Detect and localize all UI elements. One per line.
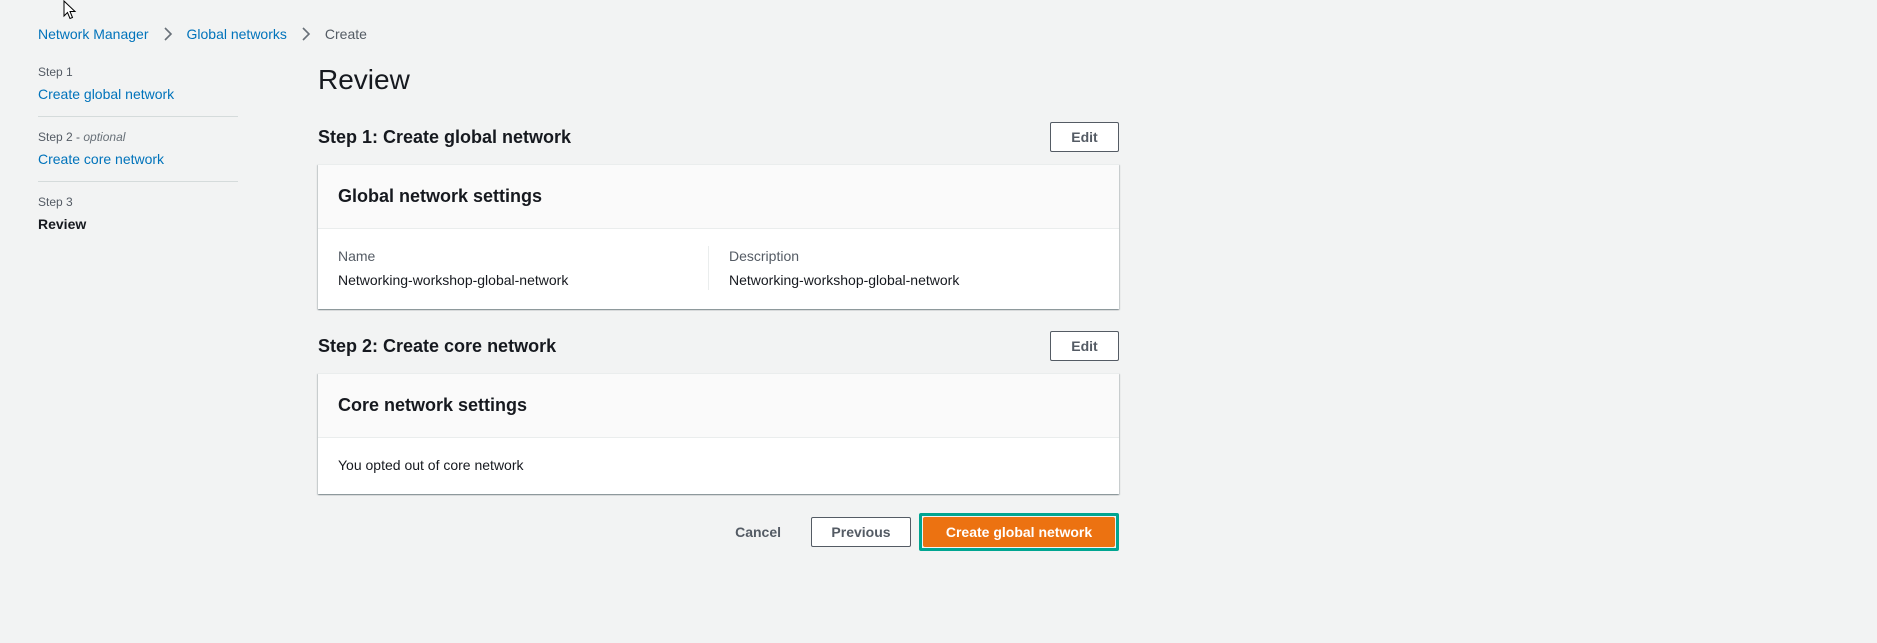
chevron-right-icon xyxy=(163,27,173,41)
opt-out-message: You opted out of core network xyxy=(338,457,524,473)
page-title: Review xyxy=(318,64,410,95)
wizard-step-1: Step 1 Create global network xyxy=(38,64,238,117)
container-title: Global network settings xyxy=(338,186,543,206)
wizard-step-2: Step 2 - optional Create core network xyxy=(38,129,238,182)
mouse-cursor-icon xyxy=(63,0,77,20)
field-name: Name Networking-workshop-global-network xyxy=(338,246,708,290)
container-header: Global network settings xyxy=(318,165,1119,229)
container-body: Name Networking-workshop-global-network … xyxy=(318,229,1119,309)
edit-step2-button[interactable]: Edit xyxy=(1050,331,1119,361)
field-description: Description Networking-workshop-global-n… xyxy=(708,246,1099,290)
section-title: Step 1: Create global network xyxy=(318,127,572,147)
section-header-step1: Step 1: Create global network Edit xyxy=(318,122,1119,152)
wizard-step-3: Step 3 Review xyxy=(38,194,238,246)
field-value: Networking-workshop-global-network xyxy=(338,272,569,288)
container-title: Core network settings xyxy=(338,395,528,415)
focus-ring: Create global network xyxy=(919,513,1119,551)
step-number: Step 2 - optional xyxy=(38,130,126,144)
section-title: Step 2: Create core network xyxy=(318,336,557,356)
global-network-settings-container: Global network settings Name Networking-… xyxy=(318,164,1119,309)
main-content: Review Step 1: Create global network Edi… xyxy=(318,62,1119,551)
step-link-create-core-network[interactable]: Create core network xyxy=(38,150,238,168)
page: Network Manager Global networks Create S… xyxy=(0,0,1877,643)
edit-step1-button[interactable]: Edit xyxy=(1050,122,1119,152)
create-global-network-button[interactable]: Create global network xyxy=(923,517,1115,547)
breadcrumb-network-manager[interactable]: Network Manager xyxy=(38,26,149,42)
container-body: You opted out of core network xyxy=(318,438,1119,494)
cancel-button[interactable]: Cancel xyxy=(715,517,801,547)
breadcrumb-global-networks[interactable]: Global networks xyxy=(187,26,287,42)
wizard-steps-nav: Step 1 Create global network Step 2 - op… xyxy=(38,64,238,258)
field-value: Networking-workshop-global-network xyxy=(729,272,960,288)
core-network-settings-container: Core network settings You opted out of c… xyxy=(318,373,1119,494)
wizard-actions: Cancel Previous Create global network xyxy=(318,513,1119,551)
field-label: Name xyxy=(338,248,376,264)
step-current-review: Review xyxy=(38,216,87,232)
field-label: Description xyxy=(729,248,800,264)
breadcrumb: Network Manager Global networks Create xyxy=(38,24,367,44)
container-header: Core network settings xyxy=(318,374,1119,438)
chevron-right-icon xyxy=(301,27,311,41)
step-optional-label: optional xyxy=(83,130,126,144)
step-number: Step 1 xyxy=(38,65,73,79)
breadcrumb-current: Create xyxy=(324,26,367,42)
step-link-create-global-network[interactable]: Create global network xyxy=(38,85,238,103)
key-value-grid: Name Networking-workshop-global-network … xyxy=(338,246,1099,290)
step-number-text: Step 2 xyxy=(38,130,73,144)
section-header-step2: Step 2: Create core network Edit xyxy=(318,331,1119,361)
step-number: Step 3 xyxy=(38,195,73,209)
previous-button[interactable]: Previous xyxy=(811,517,911,547)
